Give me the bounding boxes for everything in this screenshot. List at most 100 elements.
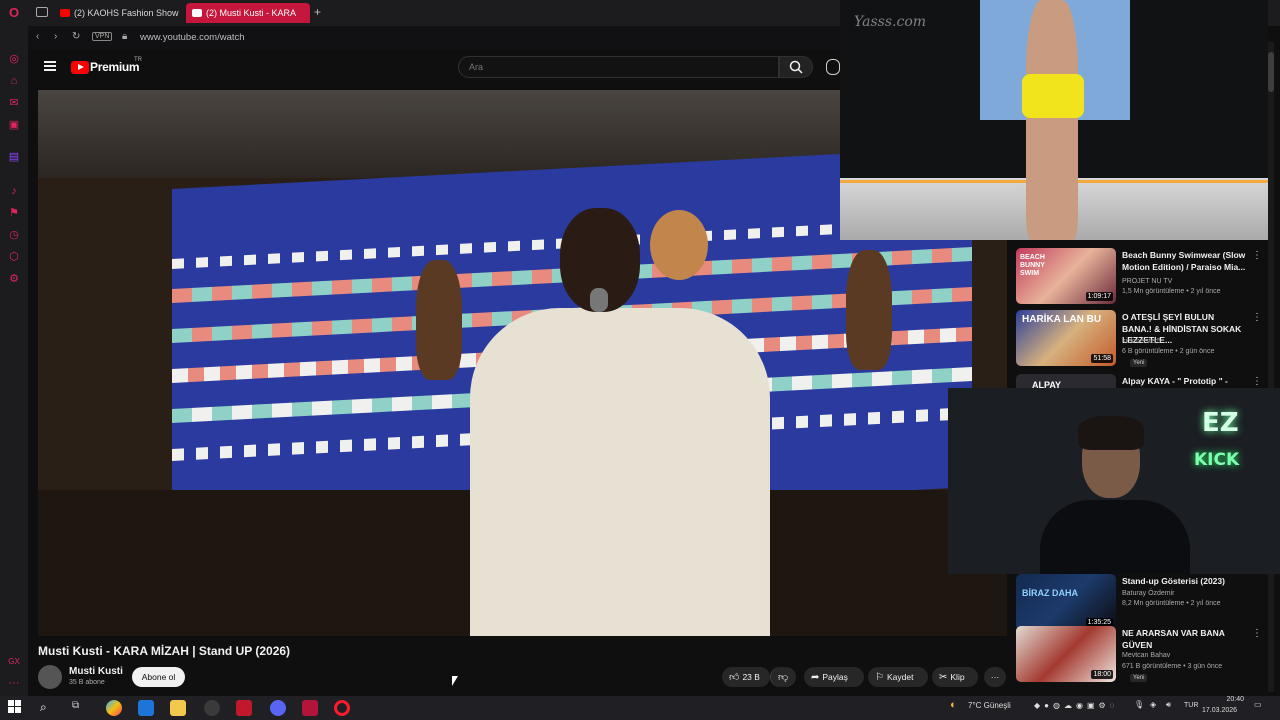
messenger-icon[interactable]: ✉ [7,96,21,110]
search-button[interactable] [779,56,813,78]
video-title[interactable]: Beach Bunny Swimwear (Slow Motion Editio… [1122,250,1246,273]
windows-taskbar: ⌕ ⧉ ◐ 7°C Güneşli ◆●◍☁◉▣⚙◌ 🎙︎ ◈ 🔊︎ TUR 2… [0,696,1280,720]
thumbs-down-icon: 👎︎ [778,672,789,683]
channel-name[interactable]: Baturay Özdemir [1122,590,1175,597]
opera-icon[interactable] [334,700,350,716]
list-item[interactable]: 18:00 NE ARARSAN VAR BANA GÜVEN Mevtcan … [1016,622,1270,684]
mouse-cursor-icon [452,676,458,686]
premium-logo-text[interactable]: Premium [90,60,140,74]
outlook-icon[interactable] [138,700,154,716]
tray-icons[interactable]: ◆●◍☁◉▣⚙◌ [1034,701,1118,710]
more-actions-button[interactable]: ··· [984,667,1006,687]
video-title[interactable]: NE ARARSAN VAR BANA GÜVEN [1122,628,1246,651]
tab-label: (2) Musti Kusti - KARA [206,8,297,18]
weather-icon[interactable]: ◐ [950,699,957,711]
twitch-icon[interactable]: ▤ [7,150,21,164]
clock-date[interactable]: 17.03.2026 [1202,707,1237,714]
bookmark-save-icon: ⚐ [875,672,884,683]
tab-fashion-show[interactable]: (2) KAOHS Fashion Show [54,3,188,23]
channel-avatar[interactable] [38,665,62,689]
more-options-icon[interactable]: ⋮ [1252,250,1262,261]
more-options-icon[interactable]: ⋮ [1252,376,1262,387]
file-explorer-icon[interactable] [170,700,186,716]
video-thumbnail[interactable]: 18:00 [1016,626,1116,682]
new-tab-button[interactable]: + [314,5,321,19]
share-button[interactable]: ➦ Paylaş [804,667,864,687]
network-icon[interactable]: ◈ [1150,700,1156,709]
speaker-icon [192,9,202,17]
more-options-icon[interactable]: ⋮ [1252,628,1262,639]
video-title[interactable]: Alpay KAYA - " Prototip " - [1122,376,1246,388]
copilot-icon[interactable] [106,700,122,716]
lock-icon[interactable]: 🔒︎ [122,31,127,42]
instagram-icon[interactable]: ▣ [7,118,21,132]
clip-button[interactable]: ✂ Klip [932,667,978,687]
tab-musti-kusti[interactable]: (2) Musti Kusti - KARA [186,3,310,23]
weather-text[interactable]: 7°C Güneşli [968,701,1011,710]
new-badge: Yeni [1130,359,1148,367]
history-icon[interactable]: ◷ [7,228,21,242]
decorative-shield [650,210,708,280]
duration-badge: 51:58 [1091,354,1113,363]
wooden-mask-right [846,250,892,370]
picture-in-picture-video[interactable]: Yasss.com [840,0,1268,240]
voice-search-icon[interactable] [826,59,840,75]
channel-name[interactable]: Mevtcan Bahav [1122,652,1170,659]
notifications-icon[interactable]: ▭ [1254,700,1262,709]
microphone-icon[interactable]: 🎙︎ [1134,700,1144,709]
webcam-overlay: EZ KICK [948,388,1280,574]
task-view-icon[interactable]: ⧉ [72,700,88,716]
video-thumbnail[interactable]: HARİKA LAN BU 51:58 [1016,310,1116,366]
like-button[interactable]: 👍︎ 23 B [722,667,770,687]
search-icon[interactable]: ⌕ [40,700,56,716]
ai-icon[interactable]: ◎ [7,52,21,66]
url-field[interactable]: www.youtube.com/watch [140,32,245,43]
duration-badge: 1:09:17 [1085,292,1113,301]
video-title[interactable]: Stand-up Gösterisi (2023) [1122,576,1246,588]
windows-start-icon[interactable] [8,700,24,716]
gx-icon[interactable]: GX [7,655,21,669]
address-bar: ‹ › ↻ VPN 🔒︎ www.youtube.com/watch [28,26,840,50]
opera-gx-icon[interactable] [302,700,318,716]
list-item[interactable]: HARİKA LAN BU 51:58 O ATEŞLİ ŞEYİ BULUN … [1016,306,1270,368]
language-indicator[interactable]: TUR [1184,702,1198,709]
back-icon[interactable]: ‹ [36,31,39,42]
music-icon[interactable]: ♪ [7,184,21,198]
view-meta: 6 B görüntüleme • 2 gün önce [1122,348,1215,355]
hamburger-menu-icon[interactable] [44,61,56,71]
volume-icon[interactable]: 🔊︎ [1166,700,1171,710]
steam-icon[interactable] [204,700,220,716]
search-input[interactable] [458,56,779,78]
scrollbar-thumb[interactable] [1268,52,1274,92]
subscribe-button[interactable]: Abone ol [132,667,185,687]
save-button[interactable]: ⚐ Kaydet [868,667,928,687]
clock-time[interactable]: 20:40 [1212,696,1244,703]
shopping-icon[interactable]: ⌂ [7,74,21,88]
opera-logo-icon[interactable]: O [7,6,21,20]
app-icon[interactable] [236,700,252,716]
channel-name[interactable]: Musti Kusti [69,666,123,677]
wooden-mask-left [416,260,462,380]
youtube-logo-icon[interactable] [71,61,89,74]
channel-name[interactable]: PROJET NU TV [1122,278,1172,285]
tab-menu-icon[interactable] [36,7,48,17]
dislike-button[interactable]: 👎︎ [770,667,796,687]
video-thumbnail[interactable]: BEACH BUNNY SWIM 1:09:17 [1016,248,1116,304]
comedian-body [470,308,770,636]
settings-icon[interactable]: ⚙ [7,272,21,286]
extensions-icon[interactable]: ⬡ [7,250,21,264]
discord-icon[interactable] [270,700,286,716]
view-meta: 671 B görüntüleme • 3 gün önce [1122,663,1223,670]
scrollbar-track[interactable] [1268,42,1274,692]
more-icon[interactable]: ··· [7,676,21,690]
like-count: 23 B [742,672,760,682]
channel-name[interactable]: kickmeister5 [1122,338,1161,345]
thumbnail-text: BEACH BUNNY SWIM [1020,254,1045,277]
forward-icon[interactable]: › [54,31,57,42]
reload-icon[interactable]: ↻ [72,31,80,42]
duration-badge: 18:00 [1091,670,1113,679]
list-item[interactable]: BEACH BUNNY SWIM 1:09:17 Beach Bunny Swi… [1016,244,1270,306]
more-options-icon[interactable]: ⋮ [1252,312,1262,323]
vpn-badge[interactable]: VPN [92,32,113,41]
bookmark-icon[interactable]: ⚑ [7,206,21,220]
